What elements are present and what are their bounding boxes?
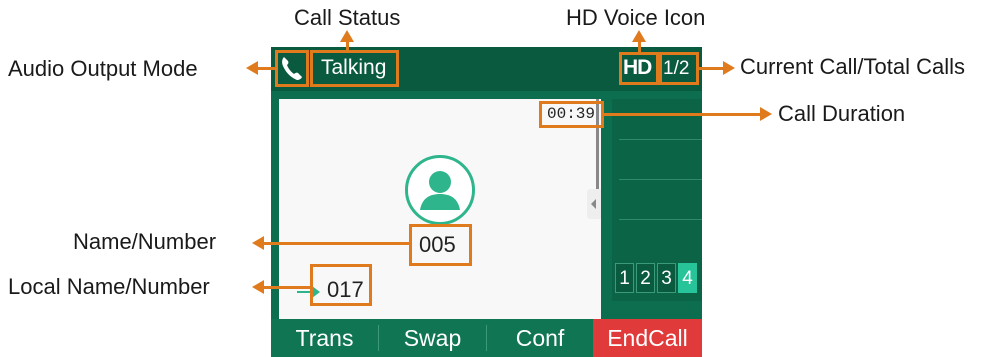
audio-mode-highlight xyxy=(275,50,309,87)
endcall-softkey[interactable]: EndCall xyxy=(593,319,702,357)
call-status-highlight xyxy=(310,50,399,87)
collapse-tab[interactable] xyxy=(587,189,601,219)
call-status-arrowhead xyxy=(340,30,354,42)
call-duration-callout: Call Duration xyxy=(778,101,906,126)
call-count-arrowhead xyxy=(723,61,735,75)
trans-softkey[interactable]: Trans xyxy=(271,319,378,357)
hd-voice-arrowhead xyxy=(632,30,646,42)
current-total-calls-callout: Current Call/Total Calls xyxy=(740,54,965,79)
local-number-arrowhead xyxy=(252,280,264,294)
name-number-connector xyxy=(262,242,409,245)
name-number-arrowhead xyxy=(252,236,264,250)
audio-mode-arrowhead xyxy=(246,61,258,75)
audio-output-mode-callout: Audio Output Mode xyxy=(8,56,198,81)
name-number-callout: Name/Number xyxy=(73,229,217,254)
panel-divider xyxy=(619,139,702,140)
panel-divider xyxy=(619,219,702,220)
phone-screen: Talking HD 1/2 00:39 005 017 1 2 3 4 Tra… xyxy=(271,47,702,357)
duration-connector xyxy=(604,113,761,116)
call-status-callout: Call Status xyxy=(294,5,401,30)
softkey-bar: Trans Swap Conf EndCall xyxy=(271,319,702,357)
swap-softkey[interactable]: Swap xyxy=(379,319,486,357)
panel-divider xyxy=(619,179,702,180)
audio-mode-connector xyxy=(256,67,275,70)
hd-icon-highlight xyxy=(619,52,659,85)
contact-avatar-icon xyxy=(405,155,475,225)
local-number-highlight xyxy=(310,264,372,306)
local-number-connector xyxy=(262,286,310,289)
call-count-highlight xyxy=(659,52,699,85)
conf-softkey[interactable]: Conf xyxy=(487,319,593,357)
duration-arrowhead xyxy=(760,107,772,121)
line-key-2[interactable]: 2 xyxy=(636,263,655,293)
line-key-3[interactable]: 3 xyxy=(657,263,676,293)
duration-highlight xyxy=(539,101,604,128)
local-name-number-callout: Local Name/Number xyxy=(8,274,210,299)
line-key-4[interactable]: 4 xyxy=(678,263,697,293)
call-count-connector xyxy=(699,67,724,70)
chevron-left-icon xyxy=(591,199,596,209)
hd-voice-icon-callout: HD Voice Icon xyxy=(566,5,706,30)
line-key-1[interactable]: 1 xyxy=(615,263,634,293)
name-number-highlight xyxy=(409,224,472,266)
